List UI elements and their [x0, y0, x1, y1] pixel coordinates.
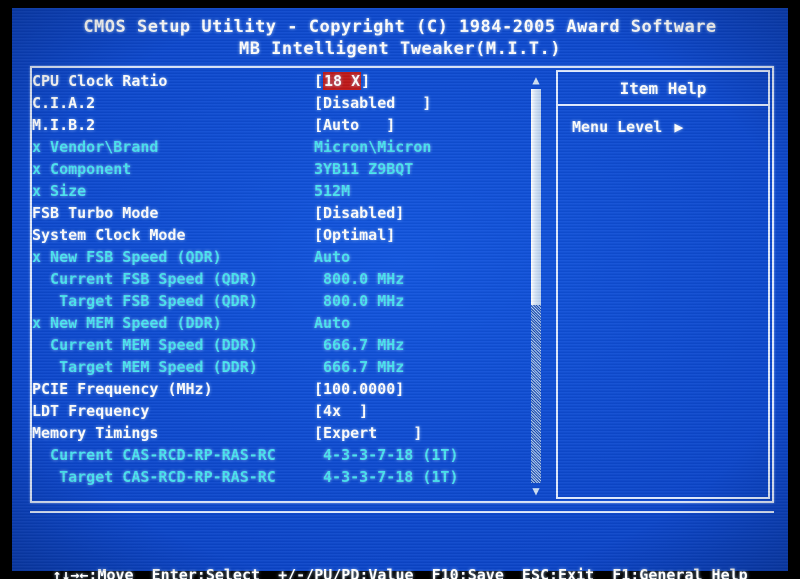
- menu-row-label: x Vendor\Brand: [32, 138, 159, 156]
- item-help-title: Item Help: [558, 72, 768, 106]
- menu-row[interactable]: C.I.A.2 [Disabled ]: [32, 92, 522, 114]
- menu-row-value: 666.7 MHz: [314, 358, 405, 376]
- menu-row[interactable]: PCIE Frequency (MHz) [100.0000]: [32, 378, 522, 400]
- menu-row: x New FSB Speed (QDR) Auto: [32, 246, 522, 268]
- menu-row-value[interactable]: [18 X]: [314, 70, 370, 92]
- footer-line-navigation: ↑↓→←:Move Enter:Select +/-/PU/PD:Value F…: [52, 566, 748, 579]
- menu-row: Target CAS-RCD-RP-RAS-RC 4-3-3-7-18 (1T): [32, 466, 522, 488]
- menu-level-label: Menu Level: [572, 118, 663, 136]
- menu-row-label: x Component: [32, 160, 132, 178]
- scrollbar-thumb[interactable]: [531, 89, 541, 305]
- menu-level-arrow-icon: ▶: [674, 118, 684, 136]
- menu-row-value[interactable]: [Disabled ]: [314, 92, 431, 114]
- settings-menu: CPU Clock Ratio [18 X] C.I.A.2 [Disabled ] M…: [32, 70, 522, 499]
- menu-row-label: Current MEM Speed (DDR): [32, 336, 258, 354]
- menu-row-value[interactable]: [100.0000]: [314, 378, 404, 400]
- menu-row[interactable]: CPU Clock Ratio [18 X]: [32, 70, 522, 92]
- item-help-panel: Item Help Menu Level ▶: [556, 70, 770, 499]
- bios-screen: CMOS Setup Utility - Copyright (C) 1984-…: [0, 0, 800, 579]
- menu-row-value: Auto: [314, 248, 351, 266]
- menu-row: Current FSB Speed (QDR) 800.0 MHz: [32, 268, 522, 290]
- menu-row: x Vendor\Brand Micron\Micron: [32, 136, 522, 158]
- menu-row: Target FSB Speed (QDR) 800.0 MHz: [32, 290, 522, 312]
- menu-row-label: PCIE Frequency (MHz): [32, 380, 213, 398]
- menu-row-value: Auto: [314, 314, 351, 332]
- menu-row-value[interactable]: [Optimal]: [314, 224, 395, 246]
- menu-row-label: x New MEM Speed (DDR): [32, 314, 222, 332]
- footer-keys: ↑↓→←:Move Enter:Select +/-/PU/PD:Value F…: [12, 520, 788, 579]
- menu-row-value[interactable]: [Auto ]: [314, 114, 395, 136]
- menu-row-label: Target FSB Speed (QDR): [32, 292, 258, 310]
- menu-row-value: 512M: [314, 182, 351, 200]
- menu-row[interactable]: Memory Timings [Expert ]: [32, 422, 522, 444]
- menu-row[interactable]: FSB Turbo Mode [Disabled]: [32, 202, 522, 224]
- menu-level-row: Menu Level ▶: [558, 106, 768, 136]
- crt-display-area: CMOS Setup Utility - Copyright (C) 1984-…: [12, 8, 788, 579]
- menu-row-label: FSB Turbo Mode: [32, 204, 159, 222]
- menu-row-value[interactable]: [4x ]: [314, 400, 368, 422]
- scroll-up-arrow-icon[interactable]: ▲: [529, 74, 543, 87]
- menu-row-label: Target MEM Speed (DDR): [32, 358, 258, 376]
- page-title: CMOS Setup Utility - Copyright (C) 1984-…: [12, 16, 788, 60]
- title-line-section: MB Intelligent Tweaker(M.I.T.): [238, 39, 562, 59]
- menu-row: x Size 512M: [32, 180, 522, 202]
- scroll-down-arrow-icon[interactable]: ▼: [529, 485, 543, 498]
- footer-divider: [30, 511, 774, 513]
- menu-row-value: Micron\Micron: [314, 138, 432, 156]
- menu-row[interactable]: LDT Frequency [4x ]: [32, 400, 522, 422]
- menu-row-value: 4-3-3-7-18 (1T): [314, 446, 459, 464]
- menu-row-label: x Size: [32, 182, 87, 200]
- menu-row: x New MEM Speed (DDR) Auto: [32, 312, 522, 334]
- value-bracket-open: [: [314, 72, 324, 90]
- menu-row-value: 800.0 MHz: [314, 292, 405, 310]
- menu-row-label: System Clock Mode: [32, 226, 186, 244]
- menu-row-value: 800.0 MHz: [314, 270, 405, 288]
- menu-row-label: CPU Clock Ratio: [32, 72, 168, 90]
- title-line-copyright: CMOS Setup Utility - Copyright (C) 1984-…: [83, 17, 717, 37]
- value-bracket-close: ]: [361, 72, 371, 90]
- menu-row-label: x New FSB Speed (QDR): [32, 248, 222, 266]
- menu-row-label: M.I.B.2: [32, 116, 96, 134]
- menu-row[interactable]: M.I.B.2 [Auto ]: [32, 114, 522, 136]
- menu-row-value[interactable]: [Disabled]: [314, 202, 404, 224]
- menu-row-value: 3YB11 Z9BQT: [314, 160, 414, 178]
- menu-row-label: Target CAS-RCD-RP-RAS-RC: [32, 468, 276, 486]
- selected-value-highlight[interactable]: 18 X: [323, 72, 362, 90]
- menu-row-label: LDT Frequency: [32, 402, 150, 420]
- menu-row-label: C.I.A.2: [32, 94, 96, 112]
- menu-row: Target MEM Speed (DDR) 666.7 MHz: [32, 356, 522, 378]
- menu-row[interactable]: System Clock Mode [Optimal]: [32, 224, 522, 246]
- menu-row: Current CAS-RCD-RP-RAS-RC 4-3-3-7-18 (1T…: [32, 444, 522, 466]
- menu-row-value[interactable]: [Expert ]: [314, 422, 422, 444]
- menu-row-value: 666.7 MHz: [314, 336, 405, 354]
- menu-row: x Component 3YB11 Z9BQT: [32, 158, 522, 180]
- menu-row-label: Memory Timings: [32, 424, 159, 442]
- menu-scrollbar[interactable]: ▲ ▼: [528, 74, 544, 498]
- menu-row-value: 4-3-3-7-18 (1T): [314, 468, 459, 486]
- menu-row: Current MEM Speed (DDR) 666.7 MHz: [32, 334, 522, 356]
- menu-row-label: Current CAS-RCD-RP-RAS-RC: [32, 446, 276, 464]
- menu-row-label: Current FSB Speed (QDR): [32, 270, 258, 288]
